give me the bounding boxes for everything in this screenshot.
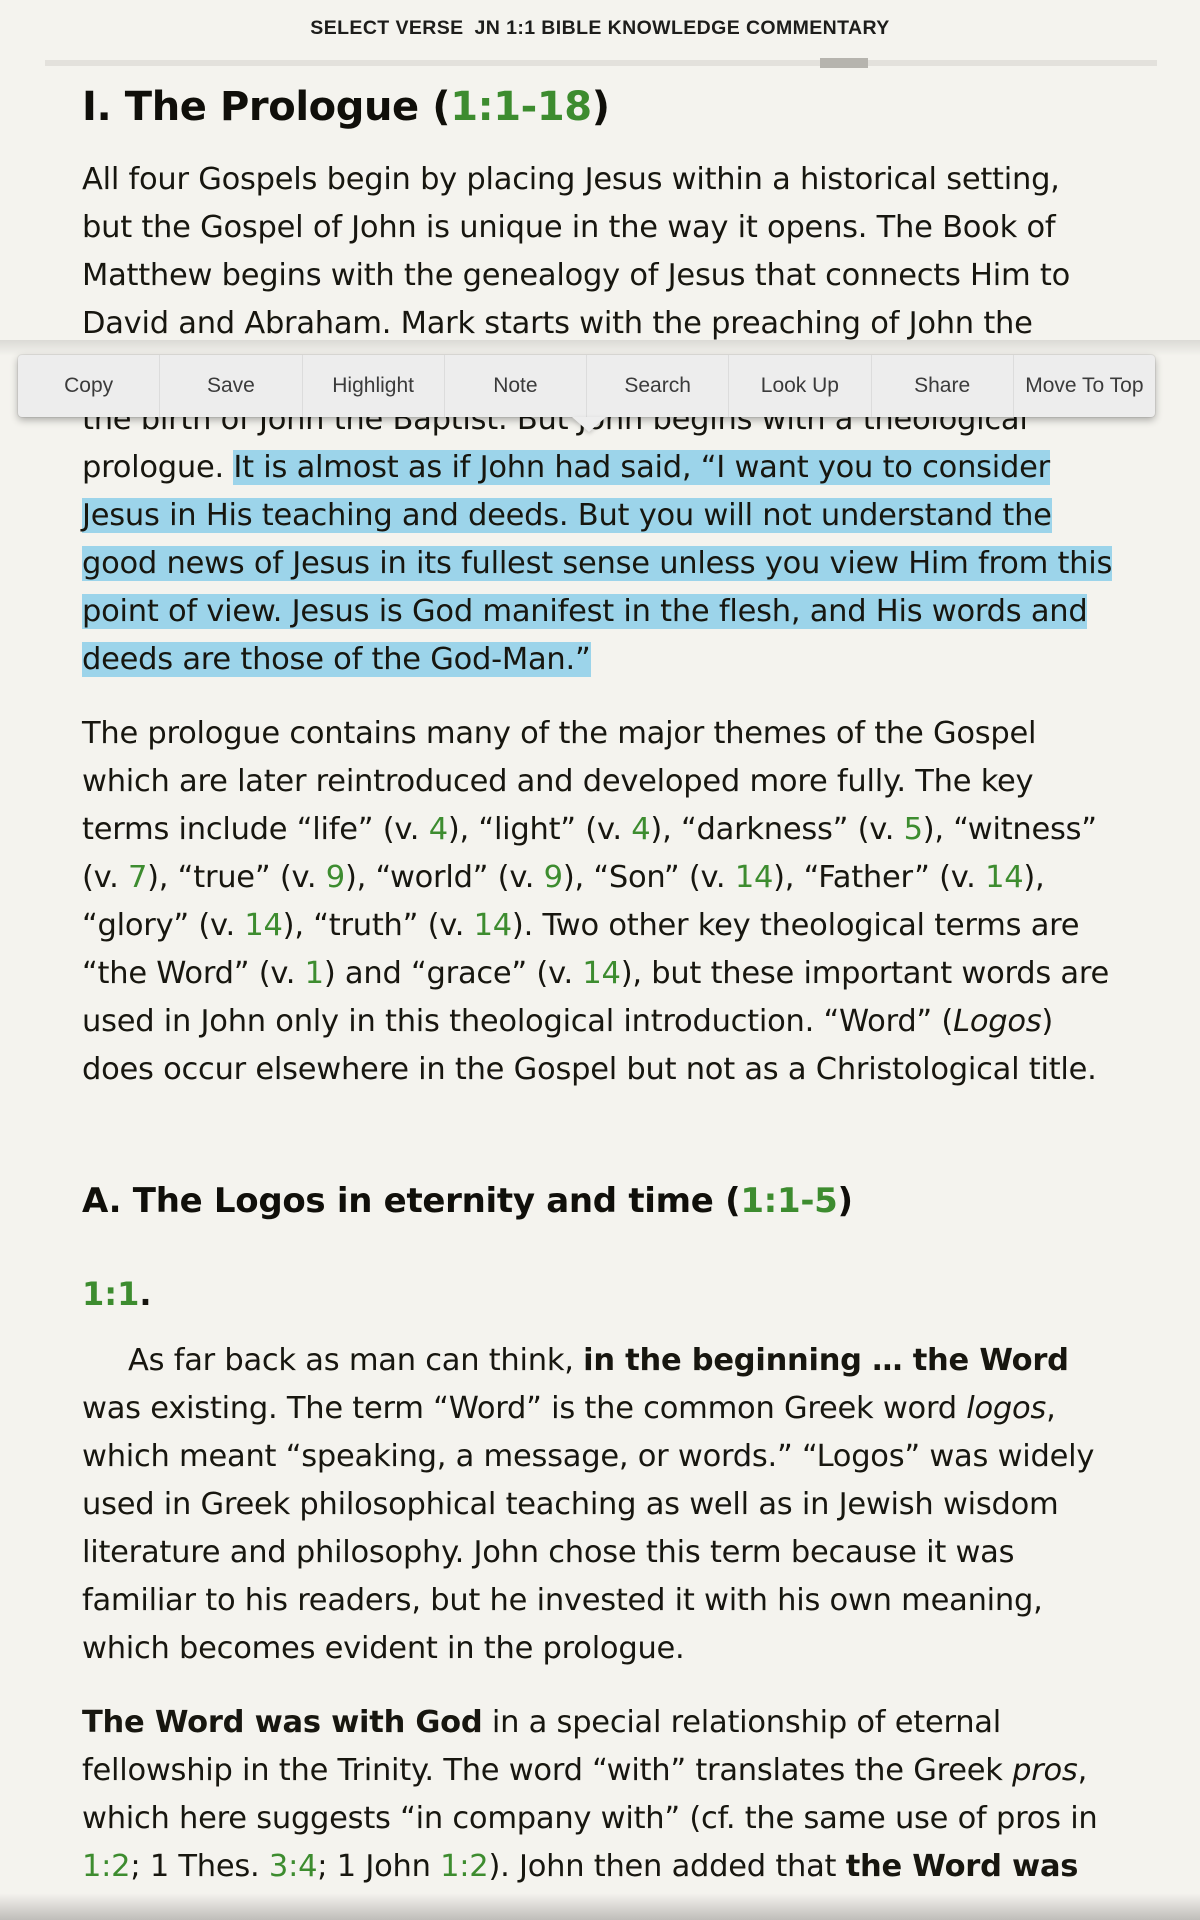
heading-logos-eternity: A. The Logos in eternity and time (1:1-5… [82, 1181, 1118, 1221]
heading-prologue: I. The Prologue (1:1-18) [82, 84, 1118, 130]
scrollbar-track[interactable] [45, 60, 1157, 66]
scrollbar-thumb[interactable] [820, 58, 868, 68]
verse-link-1-2a[interactable]: 1:2 [82, 1849, 131, 1884]
menu-item-save[interactable]: Save [160, 355, 303, 417]
scroll-progress-bar[interactable] [0, 56, 1200, 70]
p4-s3: ; 1 Thes. [130, 1849, 269, 1885]
current-reference-label[interactable]: JN 1:1 BIBLE KNOWLEDGE COMMENTARY [475, 17, 890, 40]
verse-link-1-2b[interactable]: 1:2 [440, 1849, 489, 1884]
menu-item-note[interactable]: Note [445, 355, 587, 417]
heading-prologue-text: I. The Prologue ( [82, 84, 451, 130]
heading-logos-suffix: ) [837, 1181, 854, 1221]
heading-prologue-suffix: ) [591, 84, 610, 130]
reader-screen: SELECT VERSE JN 1:1 BIBLE KNOWLEDGE COMM… [0, 0, 1200, 1920]
p4-italic-pros: pros [1012, 1753, 1078, 1789]
top-bar: SELECT VERSE JN 1:1 BIBLE KNOWLEDGE COMM… [0, 0, 1200, 56]
p2-s12: ) and “grace” (v. [323, 956, 583, 991]
spacer-before-subheading [82, 1094, 1118, 1182]
verse-link-v7[interactable]: 7 [128, 860, 147, 895]
menu-item-look-up[interactable]: Look Up [729, 355, 872, 417]
p3-s1: As far back as man can think, [128, 1343, 584, 1379]
p2-s3: ), “darkness” (v. [650, 812, 904, 847]
verse-marker-number[interactable]: 1:1 [82, 1275, 139, 1313]
verse-link-v5[interactable]: 5 [904, 812, 923, 847]
heading-logos-text: A. The Logos in eternity and time ( [82, 1181, 741, 1221]
verse-link-v9b[interactable]: 9 [544, 860, 563, 895]
p2-s5: ), “true” (v. [147, 860, 326, 895]
p4-bold-the-word-was: the Word was [845, 1849, 1079, 1885]
p4-s4: ; 1 John [317, 1849, 441, 1885]
p4-bold-word-with-god: The Word was with God [82, 1705, 483, 1741]
commentary-document: I. The Prologue (1:1-18) All four Gospel… [0, 70, 1200, 1920]
verse-link-v4b[interactable]: 4 [631, 812, 650, 847]
verse-link-v14e[interactable]: 14 [582, 956, 621, 991]
verse-link-v1[interactable]: 1 [305, 956, 324, 991]
context-menu-pointer-arrow [572, 417, 606, 432]
p4-s5: ). John then added that [488, 1849, 846, 1885]
menu-item-share[interactable]: Share [872, 355, 1014, 417]
menu-item-search[interactable]: Search [587, 355, 730, 417]
paragraph-themes: The prologue contains many of the major … [82, 710, 1118, 1094]
select-verse-button[interactable]: SELECT VERSE [310, 17, 463, 40]
p3-s3: , which meant “speaking, a message, or w… [82, 1391, 1095, 1667]
verse-link-v4a[interactable]: 4 [429, 812, 448, 847]
spacer-before-verse [82, 1221, 1118, 1275]
selection-context-menu[interactable]: Copy Save Highlight Note Search Look Up … [18, 355, 1155, 417]
verse-link-v9a[interactable]: 9 [326, 860, 345, 895]
paragraph-word-with-god: The Word was with God in a special relat… [82, 1699, 1118, 1891]
highlighted-selection[interactable]: It is almost as if John had said, “I wan… [82, 450, 1112, 677]
logos-italic: Logos [953, 1004, 1042, 1039]
p2-s7: ), “Son” (v. [562, 860, 735, 895]
heading-logos-verse-link[interactable]: 1:1-5 [740, 1181, 837, 1221]
verse-marker-1-1[interactable]: 1:1. [82, 1275, 1118, 1313]
verse-link-v14d[interactable]: 14 [474, 908, 513, 943]
p2-s6: ), “world” (v. [344, 860, 544, 895]
p3-bold-in-the-beginning: in the beginning … the Word [583, 1343, 1069, 1379]
paragraph-verse-1-1: As far back as man can think, in the beg… [82, 1337, 1118, 1673]
p3-italic-logos: logos [966, 1391, 1047, 1427]
verse-marker-period: . [139, 1275, 152, 1314]
verse-link-v14c[interactable]: 14 [244, 908, 283, 943]
verse-link-v14b[interactable]: 14 [985, 860, 1024, 895]
menu-item-highlight[interactable]: Highlight [303, 355, 445, 417]
p2-s2: ), “light” (v. [447, 812, 632, 847]
top-bar-title-group: SELECT VERSE JN 1:1 BIBLE KNOWLEDGE COMM… [310, 17, 889, 40]
p2-s10: ), “truth” (v. [282, 908, 474, 943]
p2-s8: ), “Father” (v. [773, 860, 986, 895]
verse-link-v14a[interactable]: 14 [735, 860, 774, 895]
menu-item-move-to-top[interactable]: Move To Top [1014, 355, 1155, 417]
menu-item-copy[interactable]: Copy [18, 355, 161, 417]
verse-link-3-4[interactable]: 3:4 [269, 1849, 318, 1884]
p3-s2: was existing. The term “Word” is the com… [82, 1391, 967, 1427]
heading-prologue-verse-link[interactable]: 1:1-18 [450, 84, 592, 130]
